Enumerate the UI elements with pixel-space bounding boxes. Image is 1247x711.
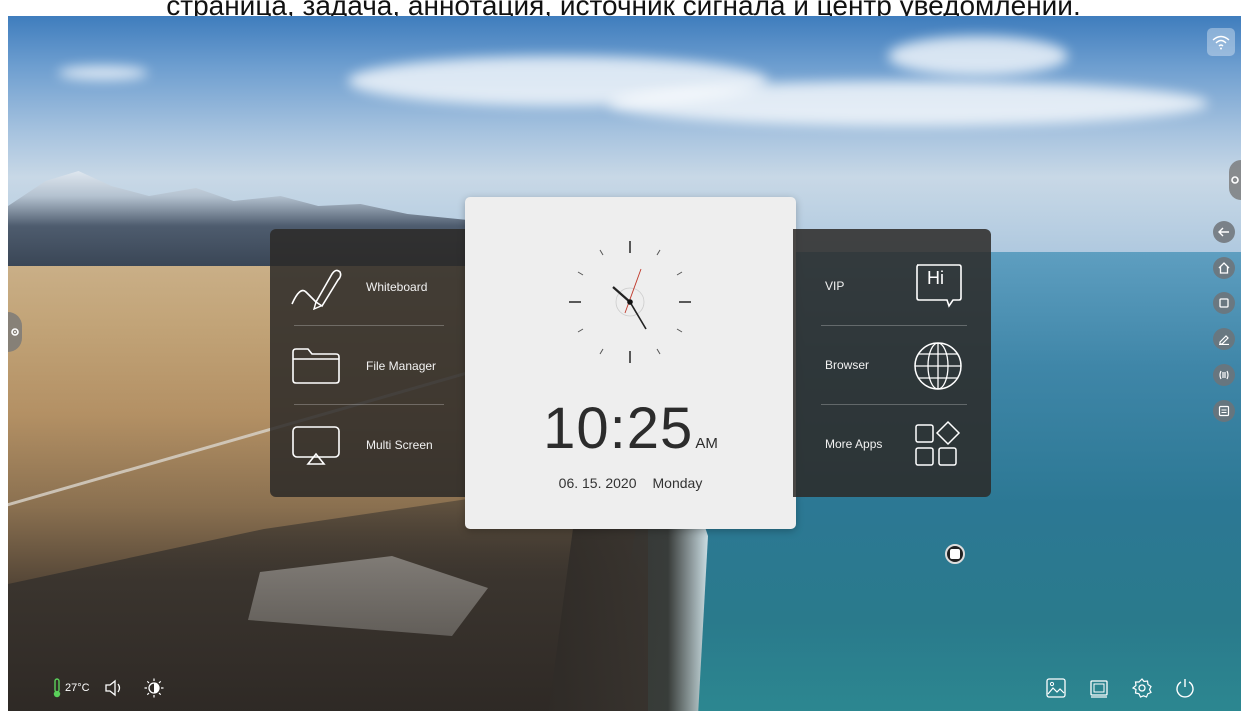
browser-label: Browser bbox=[825, 358, 870, 372]
vip-tile[interactable]: VIP Hi bbox=[793, 247, 991, 326]
settings-icon bbox=[1131, 678, 1152, 698]
sidebar-recent-tasks-button[interactable] bbox=[1213, 292, 1235, 314]
date-text: 06. 15. 2020 bbox=[558, 475, 637, 491]
power-icon bbox=[1176, 679, 1194, 698]
caption-text: страница, задача, аннотация, источник си… bbox=[166, 0, 1081, 16]
whiteboard-tile[interactable]: Whiteboard bbox=[290, 247, 450, 326]
right-edge-settings-tab[interactable] bbox=[1229, 160, 1241, 200]
apps-grid-icon bbox=[913, 420, 963, 470]
browser-tile[interactable]: Browser bbox=[793, 326, 991, 405]
annotation-icon bbox=[1219, 335, 1229, 345]
recent-tasks-icon bbox=[1219, 298, 1229, 308]
background-cloud bbox=[58, 66, 148, 80]
hi-chat-icon: Hi bbox=[913, 262, 963, 312]
square-icon bbox=[950, 549, 960, 559]
folder-icon bbox=[292, 347, 340, 384]
clock-widget[interactable]: 10:25 AM 06. 15. 2020 Monday bbox=[465, 197, 796, 529]
more-apps-tile[interactable]: More Apps bbox=[793, 405, 991, 484]
gallery-icon bbox=[1046, 678, 1066, 698]
volume-icon[interactable] bbox=[104, 679, 124, 697]
file-manager-label: File Manager bbox=[366, 358, 437, 373]
whiteboard-icon bbox=[291, 269, 342, 310]
sidebar-back-button[interactable] bbox=[1213, 221, 1235, 243]
analog-clock bbox=[569, 241, 691, 363]
wifi-icon bbox=[1212, 35, 1230, 50]
whiteboard-label: Whiteboard bbox=[366, 279, 428, 294]
multi-screen-label: Multi Screen bbox=[366, 437, 433, 452]
screenshot-button[interactable] bbox=[1087, 676, 1111, 700]
sidebar-signal-source-button[interactable] bbox=[1213, 364, 1235, 386]
multi-screen-icon bbox=[292, 425, 340, 465]
temperature-text: 27°C bbox=[65, 682, 90, 694]
date-line: 06. 15. 2020 Monday bbox=[465, 475, 796, 491]
notification-center-icon bbox=[1218, 405, 1230, 417]
weekday-text: Monday bbox=[652, 475, 703, 491]
back-icon bbox=[1218, 227, 1229, 237]
wifi-status[interactable] bbox=[1207, 28, 1235, 56]
ampm-text: AM bbox=[695, 435, 718, 452]
hi-text: Hi bbox=[927, 268, 944, 288]
sidebar-annotation-button[interactable] bbox=[1213, 328, 1235, 350]
right-app-panel: VIP Hi Browser More Apps bbox=[793, 229, 991, 497]
screenshot-icon bbox=[1090, 680, 1108, 698]
background-cloud bbox=[608, 81, 1208, 126]
digital-time: 10:25 AM bbox=[465, 395, 796, 462]
multi-screen-tile[interactable]: Multi Screen bbox=[290, 405, 450, 484]
signal-source-icon bbox=[1219, 370, 1229, 380]
status-bar-left: 27°C bbox=[52, 678, 164, 698]
gallery-button[interactable] bbox=[1044, 676, 1068, 700]
time-text: 10:25 bbox=[543, 396, 694, 461]
left-app-panel: Whiteboard File Manager Multi Screen bbox=[270, 229, 470, 497]
floating-menu-button[interactable] bbox=[945, 544, 965, 564]
sidebar-home-button[interactable] bbox=[1213, 257, 1235, 279]
globe-icon bbox=[913, 341, 963, 391]
gear-icon bbox=[1231, 176, 1239, 184]
settings-button[interactable] bbox=[1130, 676, 1154, 700]
gear-icon bbox=[11, 328, 19, 336]
thermometer-icon bbox=[53, 678, 61, 698]
file-manager-tile[interactable]: File Manager bbox=[290, 326, 450, 405]
power-button[interactable] bbox=[1173, 676, 1197, 700]
desktop-screen: Whiteboard File Manager Multi Screen 10:… bbox=[8, 16, 1241, 711]
sidebar-notification-center-button[interactable] bbox=[1213, 400, 1235, 422]
home-icon bbox=[1218, 262, 1230, 274]
background-cloud bbox=[888, 36, 1068, 76]
status-bar-right bbox=[1044, 676, 1216, 700]
more-apps-label: More Apps bbox=[825, 437, 883, 451]
vip-label: VIP bbox=[825, 279, 845, 293]
brightness-icon[interactable] bbox=[144, 678, 164, 698]
